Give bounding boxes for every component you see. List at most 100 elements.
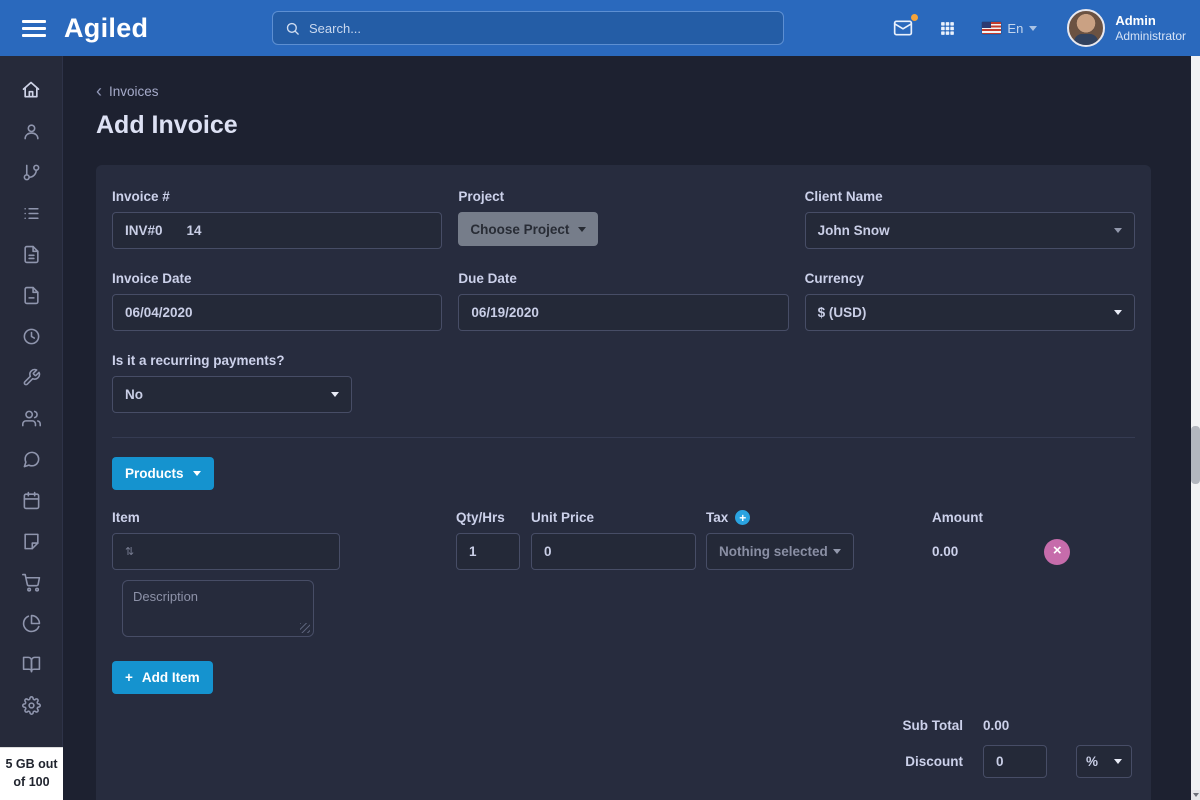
search-input[interactable]	[309, 21, 771, 36]
invoice-date-input[interactable]	[112, 294, 442, 331]
amount-value: 0.00	[866, 544, 958, 559]
due-date-group: Due Date	[458, 271, 788, 331]
currency-select[interactable]: $ (USD)	[805, 294, 1135, 331]
qty-input[interactable]	[456, 533, 520, 570]
choose-project-button[interactable]: Choose Project	[458, 212, 598, 246]
home-icon	[21, 80, 41, 100]
wrench-icon	[22, 368, 41, 387]
apps-grid-icon	[939, 20, 956, 37]
client-name-select[interactable]: John Snow	[805, 212, 1135, 249]
invoice-number-label: Invoice #	[112, 189, 442, 204]
sidebar-item-team[interactable]	[22, 409, 41, 428]
file-invoice-icon	[22, 245, 41, 264]
totals-section: Sub Total 0.00 Discount %	[112, 718, 1135, 778]
chevron-left-icon: ‹	[96, 83, 102, 99]
note-icon	[22, 532, 41, 551]
project-label: Project	[458, 189, 788, 204]
currency-group: Currency $ (USD)	[805, 271, 1135, 331]
recurring-label: Is it a recurring payments?	[112, 353, 1135, 368]
chevron-down-icon	[193, 471, 201, 476]
sidebar-item-reports[interactable]	[22, 614, 41, 633]
calendar-icon	[22, 491, 41, 510]
sidebar-item-home[interactable]	[21, 80, 41, 100]
amount-column-header: Amount	[866, 510, 1135, 525]
invoice-item-row: ⇅ Nothing selected 0.00 ×	[112, 533, 1135, 570]
search-icon	[285, 21, 300, 36]
chevron-down-icon	[1114, 310, 1122, 315]
sidebar-item-tasks[interactable]	[22, 204, 41, 223]
tax-select[interactable]: Nothing selected	[706, 533, 854, 570]
main-content: ‹ Invoices Add Invoice Invoice # INV#0 P…	[64, 56, 1191, 800]
item-description-textarea[interactable]	[122, 580, 314, 637]
user-name: Admin	[1115, 13, 1186, 30]
breadcrumb[interactable]: ‹ Invoices	[96, 83, 159, 99]
items-table-header: Item Qty/Hrs Unit Price Tax + Amount	[112, 510, 1135, 525]
sub-total-value: 0.00	[983, 718, 1009, 733]
products-dropdown-button[interactable]: Products	[112, 457, 214, 490]
sidebar-item-settings[interactable]	[22, 696, 41, 715]
chevron-down-icon	[1114, 228, 1122, 233]
sidebar-item-documents[interactable]	[22, 286, 41, 305]
sidebar-item-time-tracking[interactable]	[22, 327, 41, 346]
chevron-down-icon	[1029, 26, 1037, 31]
brand-logo[interactable]: Agiled	[64, 13, 148, 44]
language-selector[interactable]: En	[982, 21, 1037, 36]
apps-menu-button[interactable]	[939, 20, 956, 37]
user-menu[interactable]: Admin Administrator	[1067, 9, 1186, 47]
sidebar-item-invoices[interactable]	[22, 245, 41, 264]
sidebar-item-calendar[interactable]	[22, 491, 41, 510]
recurring-select[interactable]: No	[112, 376, 352, 413]
clock-icon	[22, 327, 41, 346]
discount-input[interactable]	[983, 745, 1047, 778]
breadcrumb-label: Invoices	[109, 84, 159, 99]
gear-icon	[22, 696, 41, 715]
navbar-right: En Admin Administrator	[893, 0, 1186, 56]
vertical-scrollbar[interactable]	[1191, 56, 1200, 800]
invoice-date-label: Invoice Date	[112, 271, 442, 286]
sidebar-item-contacts[interactable]	[22, 122, 41, 141]
discount-unit-select[interactable]: %	[1076, 745, 1132, 778]
invoice-number-group: Invoice # INV#0	[112, 189, 442, 249]
notifications-button[interactable]	[893, 18, 913, 38]
chat-icon	[22, 450, 41, 469]
invoice-number-input[interactable]	[187, 223, 247, 238]
top-navbar: Agiled En Admin Administrator	[0, 0, 1200, 56]
unit-price-input[interactable]	[531, 533, 696, 570]
delete-item-button[interactable]: ×	[1044, 539, 1070, 565]
git-branch-icon	[22, 163, 41, 182]
due-date-input[interactable]	[458, 294, 788, 331]
item-column-header: Item	[112, 510, 456, 525]
pie-chart-icon	[22, 614, 41, 633]
project-group: Project Choose Project	[458, 189, 788, 249]
invoice-form-card: Invoice # INV#0 Project Choose Project C…	[96, 165, 1151, 800]
book-icon	[22, 655, 41, 674]
sidebar-item-tools[interactable]	[22, 368, 41, 387]
currency-label: Currency	[805, 271, 1135, 286]
users-icon	[22, 409, 41, 428]
sidebar-item-chat[interactable]	[22, 450, 41, 469]
section-divider	[112, 437, 1135, 438]
hamburger-menu-icon[interactable]	[22, 20, 46, 37]
chevron-down-icon	[833, 549, 841, 554]
storage-indicator: 5 GB out of 100	[0, 747, 63, 800]
add-item-button[interactable]: + Add Item	[112, 661, 213, 694]
page-title: Add Invoice	[96, 111, 1191, 140]
recurring-group: Is it a recurring payments? No	[112, 353, 1135, 413]
user-icon	[22, 122, 41, 141]
scrollbar-thumb[interactable]	[1191, 426, 1200, 484]
language-label: En	[1007, 21, 1023, 36]
item-select[interactable]: ⇅	[112, 533, 340, 570]
sidebar-item-deals[interactable]	[22, 163, 41, 182]
avatar	[1067, 9, 1105, 47]
sidebar-item-notes[interactable]	[22, 532, 41, 551]
plus-icon: +	[125, 670, 133, 685]
sidebar-item-knowledge-base[interactable]	[22, 655, 41, 674]
mail-icon	[893, 18, 913, 38]
sidebar-item-shop[interactable]	[22, 573, 41, 592]
add-tax-icon[interactable]: +	[735, 510, 750, 525]
chevron-down-icon	[331, 392, 339, 397]
storage-line-2: of 100	[0, 773, 63, 791]
due-date-label: Due Date	[458, 271, 788, 286]
scroll-down-arrow[interactable]	[1191, 790, 1200, 800]
invoice-number-prefix: INV#0	[125, 223, 163, 238]
